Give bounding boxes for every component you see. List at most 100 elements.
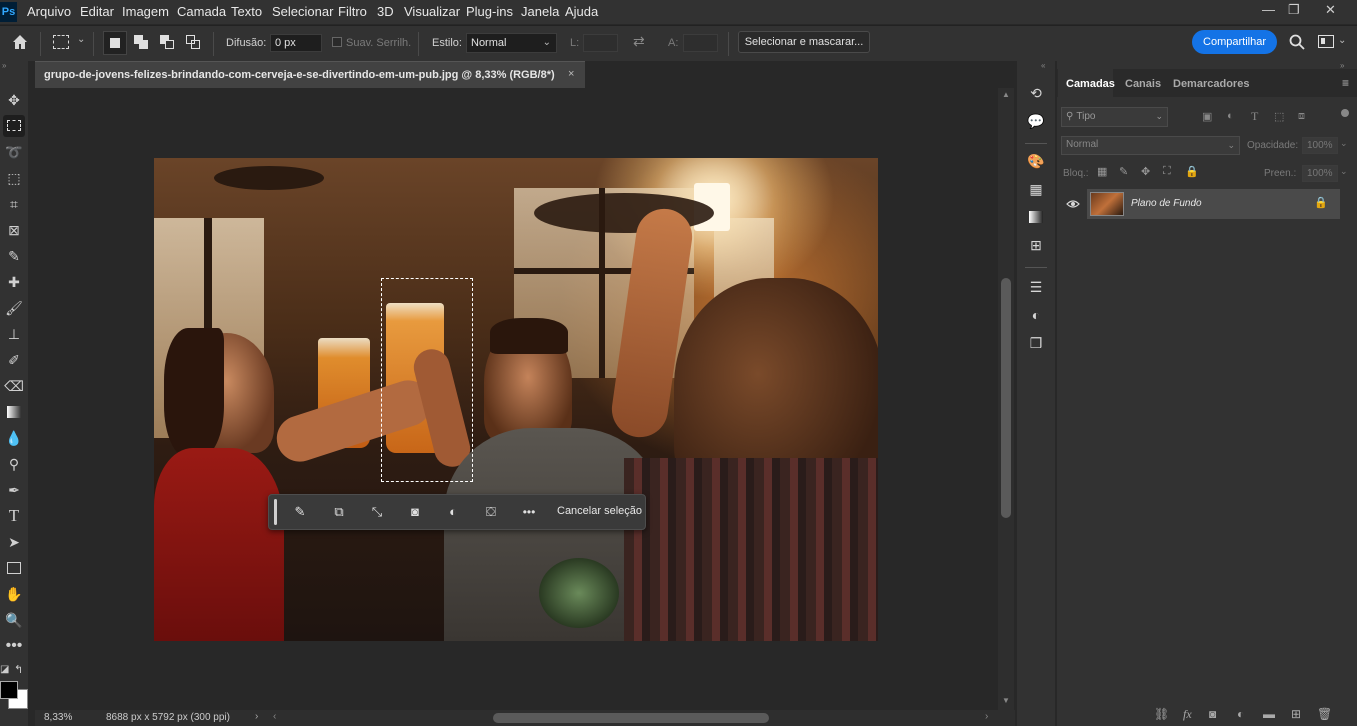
chevron-down-icon[interactable]: ⌄ <box>77 34 85 45</box>
scroll-down-icon[interactable]: ▼ <box>1002 696 1010 705</box>
menu-selecionar[interactable]: Selecionar <box>272 4 333 19</box>
menu-editar[interactable]: Editar <box>80 4 114 19</box>
move-tool-icon[interactable]: ✥ <box>3 89 25 111</box>
zoom-level[interactable]: 8,33% <box>44 712 72 723</box>
document-info[interactable]: 8688 px x 5792 px (300 ppi) <box>106 712 230 723</box>
clone-stamp-tool-icon[interactable]: ⊥ <box>3 323 25 345</box>
foreground-color-swatch[interactable] <box>0 681 18 699</box>
zoom-tool-icon[interactable]: 🔍 <box>3 609 25 631</box>
gradient-tool-icon[interactable] <box>3 401 25 423</box>
menu-janela[interactable]: Janela <box>521 4 559 19</box>
menu-plugins[interactable]: Plug-ins <box>466 4 513 19</box>
more-options-icon[interactable]: ••• <box>519 502 539 522</box>
menu-arquivo[interactable]: Arquivo <box>27 4 71 19</box>
tab-layers[interactable]: Camadas <box>1066 78 1115 90</box>
lock-all-icon[interactable]: 🔒 <box>1185 165 1199 178</box>
frame-tool-icon[interactable]: ⊠ <box>3 219 25 241</box>
fill-input[interactable]: 100% <box>1302 165 1338 182</box>
panel-menu-icon[interactable]: ≡ <box>1342 76 1349 90</box>
menu-imagem[interactable]: Imagem <box>122 4 169 19</box>
modify-selection-icon[interactable]: ✎ <box>290 502 310 522</box>
rectangle-tool-icon[interactable] <box>3 557 25 579</box>
intersect-selection-icon[interactable] <box>186 35 202 51</box>
close-document-icon[interactable]: × <box>568 68 574 80</box>
history-brush-tool-icon[interactable]: ✐ <box>3 349 25 371</box>
search-icon[interactable] <box>1288 33 1306 51</box>
layer-filter-select[interactable]: ⚲ Tipo ⌄ <box>1061 107 1168 127</box>
patterns-icon[interactable]: ⊞ <box>1026 235 1046 255</box>
delete-layer-icon[interactable]: 🗑 <box>1317 707 1332 721</box>
hand-tool-icon[interactable]: ✋ <box>3 583 25 605</box>
pen-tool-icon[interactable]: ✒ <box>3 479 25 501</box>
menu-camada[interactable]: Camada <box>177 4 226 19</box>
vertical-scrollbar[interactable]: ▲ ▼ <box>998 88 1014 710</box>
type-tool-icon[interactable]: T <box>3 505 25 527</box>
select-and-mask-button[interactable]: Selecionar e mascarar... <box>738 31 870 53</box>
workspace-icon[interactable] <box>1318 35 1334 48</box>
blend-mode-select[interactable]: Normal ⌄ <box>1061 136 1240 155</box>
feather-input[interactable]: 0 px <box>270 34 322 52</box>
minimize-button[interactable]: — <box>1262 2 1275 17</box>
chevron-down-icon[interactable]: ⌄ <box>1340 166 1348 177</box>
cancel-selection-button[interactable]: Cancelar seleção <box>557 505 642 517</box>
dodge-tool-icon[interactable]: ⚲ <box>3 453 25 475</box>
fx-icon[interactable]: fx <box>1183 707 1192 722</box>
opacity-input[interactable]: 100% <box>1302 137 1338 154</box>
new-adjustment-layer-icon[interactable]: ◐ <box>1237 707 1244 721</box>
comments-icon[interactable]: 💬 <box>1026 111 1046 131</box>
crop-tool-icon[interactable]: ⌗ <box>3 193 25 215</box>
vertical-scroll-thumb[interactable] <box>1001 278 1011 518</box>
lasso-tool-icon[interactable]: ➰ <box>3 141 25 163</box>
link-layers-icon[interactable]: ⛓ <box>1154 707 1169 721</box>
menu-ajuda[interactable]: Ajuda <box>565 4 598 19</box>
menu-texto[interactable]: Texto <box>231 4 262 19</box>
filter-pixel-icon[interactable]: ▣ <box>1202 110 1212 123</box>
scroll-up-icon[interactable]: ▲ <box>1002 90 1010 99</box>
height-input[interactable] <box>683 34 718 52</box>
color-icon[interactable]: 🎨 <box>1026 151 1046 171</box>
blur-tool-icon[interactable]: 💧 <box>3 427 25 449</box>
layer-name[interactable]: Plano de Fundo <box>1131 198 1202 209</box>
default-colors-icon[interactable]: ◪ <box>0 664 9 675</box>
history-icon[interactable]: ⟲ <box>1026 83 1046 103</box>
more-tools-icon[interactable]: ••• <box>3 635 25 657</box>
properties-icon[interactable]: ☰ <box>1026 277 1046 297</box>
lock-image-icon[interactable]: ✎ <box>1119 165 1128 178</box>
chevron-down-icon[interactable]: ⌄ <box>1340 138 1348 149</box>
filter-shape-icon[interactable]: ⬚ <box>1274 110 1284 123</box>
marquee-preset-icon[interactable] <box>53 35 69 49</box>
filter-smart-object-icon[interactable]: ⧈ <box>1298 110 1305 123</box>
new-group-icon[interactable]: ▬ <box>1263 707 1275 721</box>
eye-icon[interactable] <box>1066 197 1080 211</box>
antialias-checkbox[interactable] <box>332 37 342 47</box>
path-selection-tool-icon[interactable]: ➤ <box>3 531 25 553</box>
create-mask-icon[interactable]: ◙ <box>405 502 425 522</box>
swap-icon[interactable]: ⇄ <box>633 33 645 50</box>
menu-3d[interactable]: 3D <box>377 4 394 19</box>
menu-visualizar[interactable]: Visualizar <box>404 4 460 19</box>
close-window-button[interactable]: ✕ <box>1325 2 1336 18</box>
home-icon[interactable] <box>10 32 30 52</box>
new-layer-icon[interactable]: ⊞ <box>1291 707 1301 721</box>
collapse-icon[interactable]: « <box>1041 61 1045 70</box>
brush-tool-icon[interactable]: 🖌 <box>3 297 25 319</box>
lock-transparent-icon[interactable]: ▦ <box>1097 165 1107 178</box>
drag-handle-icon[interactable] <box>274 499 277 525</box>
scroll-right-icon[interactable]: › <box>985 711 988 722</box>
swatches-icon[interactable]: ▦ <box>1026 179 1046 199</box>
filter-toggle-icon[interactable] <box>1341 109 1349 117</box>
menu-filtro[interactable]: Filtro <box>338 4 367 19</box>
style-select[interactable]: Normal ⌄ <box>466 33 557 53</box>
lock-position-icon[interactable]: ✥ <box>1141 165 1150 178</box>
adjustment-layer-icon[interactable]: ◐ <box>443 502 463 522</box>
tab-paths[interactable]: Demarcadores <box>1173 78 1249 90</box>
new-selection-icon[interactable] <box>103 31 127 55</box>
subtract-selection-icon[interactable] <box>160 35 176 51</box>
add-mask-icon[interactable]: ◙ <box>1209 707 1216 721</box>
libraries-icon[interactable]: ❒ <box>1026 333 1046 353</box>
restore-button[interactable]: ❐ <box>1288 2 1300 18</box>
object-selection-tool-icon[interactable]: ⬚ <box>3 167 25 189</box>
document-tab[interactable]: grupo-de-jovens-felizes-brindando-com-ce… <box>35 61 585 88</box>
share-button[interactable]: Compartilhar <box>1192 30 1277 54</box>
healing-brush-tool-icon[interactable]: ✚ <box>3 271 25 293</box>
